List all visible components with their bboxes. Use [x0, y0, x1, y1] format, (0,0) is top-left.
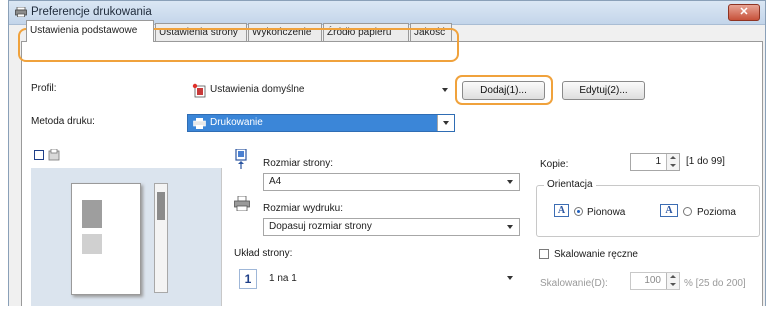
- chevron-down-icon: [443, 121, 449, 125]
- page-size-select[interactable]: A4: [263, 173, 520, 191]
- print-method-value: Drukowanie: [210, 117, 263, 128]
- preview-page: [71, 183, 141, 295]
- chevron-up-icon: [670, 156, 676, 159]
- output-size-icon: [234, 196, 250, 211]
- copies-label: Kopie:: [540, 159, 569, 170]
- close-button[interactable]: ✕: [728, 4, 760, 21]
- page-layout-label: Układ strony:: [234, 248, 293, 259]
- copies-range: [1 do 99]: [686, 156, 725, 167]
- chevron-up-icon: [670, 275, 676, 278]
- chevron-down-icon: [442, 88, 448, 92]
- output-size-select[interactable]: Dopasuj rozmiar strony: [263, 218, 520, 236]
- page-layout-icon: 1: [239, 269, 257, 289]
- preview-scrollbar[interactable]: [154, 183, 168, 293]
- printer-icon: [15, 7, 27, 17]
- portrait-radio[interactable]: [574, 207, 583, 216]
- page-layout-select[interactable]: 1 1 na 1: [234, 265, 520, 291]
- tab-label: Ustawienia podstawowe: [30, 25, 138, 36]
- chevron-down-icon: [507, 225, 513, 229]
- page-preview: [31, 168, 222, 306]
- window-title: Preferencje drukowania: [31, 6, 152, 18]
- print-method-label: Metoda druku:: [31, 116, 95, 127]
- page-view-icon[interactable]: [34, 150, 44, 160]
- scroll-thumb[interactable]: [157, 192, 165, 220]
- printer-icon: [193, 118, 206, 129]
- page-size-icon: [235, 149, 247, 169]
- profile-label: Profil:: [31, 83, 57, 94]
- print-preferences-window: Preferencje drukowania ✕ Ustawienia pods…: [8, 0, 766, 306]
- chevron-down-icon: [670, 164, 676, 167]
- output-size-value: Dopasuj rozmiar strony: [269, 221, 372, 232]
- page-size-value: A4: [269, 176, 282, 187]
- profile-select[interactable]: Ustawienia domyślne: [187, 81, 455, 99]
- dropdown-button[interactable]: [437, 115, 454, 131]
- profile-value: Ustawienia domyślne: [210, 84, 305, 95]
- printer-view-icon[interactable]: [48, 149, 60, 161]
- profile-icon: [192, 83, 206, 98]
- manual-scaling-label: Skalowanie ręczne: [554, 249, 638, 260]
- scaling-value: 100: [644, 275, 661, 286]
- page-size-label: Rozmiar strony:: [263, 158, 334, 169]
- chevron-down-icon: [507, 276, 513, 280]
- edit-profile-button[interactable]: Edytuj(2)...: [562, 81, 645, 100]
- tab-basic-settings[interactable]: Ustawienia podstawowe: [26, 20, 154, 42]
- orientation-label: Orientacja: [544, 179, 596, 190]
- preview-text-block: [82, 234, 102, 254]
- preview-image-block: [82, 200, 102, 228]
- close-icon: ✕: [739, 6, 749, 18]
- chevron-down-icon: [507, 180, 513, 184]
- scaling-stepper[interactable]: 100: [630, 272, 680, 290]
- chevron-down-icon: [670, 283, 676, 286]
- add-profile-button[interactable]: Dodaj(1)...: [462, 81, 545, 100]
- scaling-field-label: Skalowanie(D):: [540, 278, 608, 289]
- scaling-range: % [25 do 200]: [684, 278, 746, 289]
- landscape-icon: A: [660, 204, 678, 217]
- stepper-arrows[interactable]: [666, 273, 679, 289]
- copies-stepper[interactable]: 1: [630, 153, 680, 171]
- print-method-select[interactable]: Drukowanie: [187, 114, 455, 132]
- copies-value: 1: [655, 156, 661, 167]
- landscape-radio[interactable]: [683, 207, 692, 216]
- stepper-arrows[interactable]: [666, 154, 679, 170]
- page-layout-value: 1 na 1: [269, 273, 297, 284]
- manual-scaling-checkbox[interactable]: [539, 249, 549, 259]
- output-size-label: Rozmiar wydruku:: [263, 203, 344, 214]
- landscape-label: Pozioma: [697, 207, 736, 218]
- portrait-icon: A: [554, 204, 569, 217]
- portrait-label: Pionowa: [587, 207, 626, 218]
